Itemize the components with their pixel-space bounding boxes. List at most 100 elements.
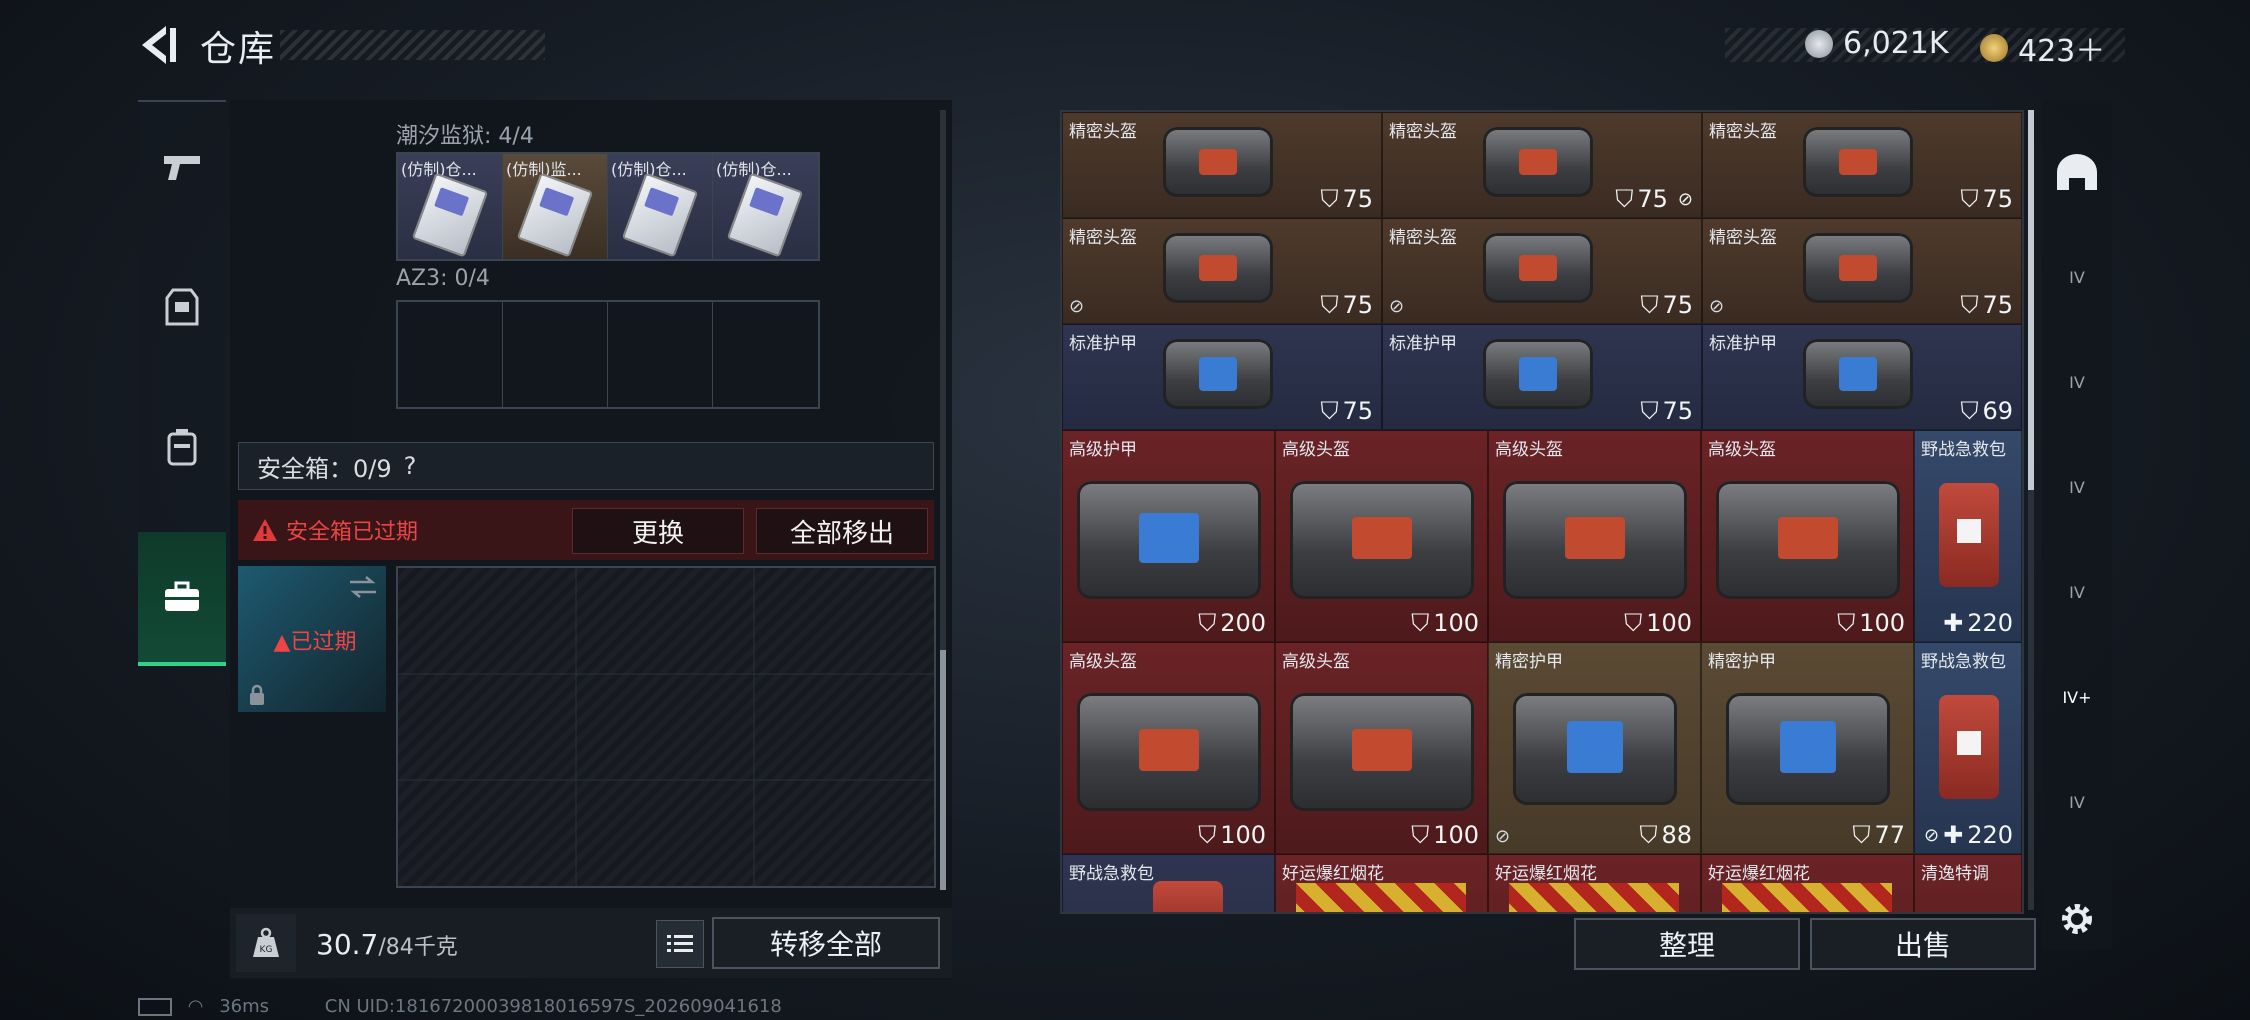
firework-icon (1509, 883, 1679, 912)
list-view-button[interactable] (656, 920, 704, 968)
armor-bag-icon (1483, 339, 1593, 409)
warehouse-item[interactable]: 高级护甲 ⛉ 200 (1062, 430, 1275, 642)
empty-slot[interactable] (503, 302, 608, 407)
backpack-icon (167, 429, 197, 466)
sell-button[interactable]: 出售 (1810, 918, 2036, 970)
item-label: 高级头盔 (1069, 652, 1137, 672)
prison-slot[interactable]: (仿制)仓... (608, 154, 713, 259)
durability: ⛉ 75 (1640, 291, 1693, 319)
organize-button[interactable]: 整理 (1574, 918, 1800, 970)
replace-button[interactable]: 更换 (572, 508, 744, 554)
ping: 36ms (219, 996, 270, 1017)
warehouse-item[interactable]: 野战急救包 (1062, 854, 1275, 912)
move-all-out-button[interactable]: 全部移出 (756, 508, 928, 554)
warehouse-item[interactable]: 高级头盔 ⛉ 100 (1062, 642, 1275, 854)
warehouse-item[interactable]: 精密头盔 ⛉ 75 (1062, 112, 1382, 218)
warehouse-item[interactable]: 高级头盔 ⛉ 100 (1275, 642, 1488, 854)
nav-safebox[interactable] (138, 532, 226, 666)
empty-slot[interactable] (713, 302, 818, 407)
safebox-thumbnail[interactable]: ▲已过期 (238, 566, 386, 712)
helmet-bag-icon (1483, 127, 1593, 197)
warehouse-item[interactable]: 野战急救包 ✚ 220 (1914, 430, 2022, 642)
empty-slot[interactable] (398, 302, 503, 407)
empty-slot[interactable] (608, 302, 713, 407)
item-label: 标准护甲 (1069, 334, 1137, 354)
shield-icon: ⛉ (1640, 291, 1659, 319)
prison-slot[interactable]: (仿制)监... (503, 154, 608, 259)
left-category-nav (138, 100, 226, 672)
weight-icon-label: KG (260, 945, 273, 955)
currency-gold[interactable]: 423＋ (1980, 26, 2105, 70)
durability: ✚ 220 (1943, 609, 2013, 637)
help-icon[interactable]: ? (404, 452, 417, 480)
warehouse-item[interactable]: 精密头盔 ⊘ ⛉ 75 (1702, 218, 2022, 324)
warehouse-item[interactable]: 高级头盔 ⛉ 100 (1275, 430, 1488, 642)
shield-icon: ⛉ (1411, 821, 1430, 849)
nav-backpack[interactable] (138, 382, 226, 512)
gear-icon (2062, 904, 2092, 934)
case-icon: IV (2069, 372, 2085, 392)
warehouse-item[interactable]: 标准护甲 ⛉ 75 (1382, 324, 1702, 430)
item-label: 高级头盔 (1708, 440, 1776, 460)
weight-lock[interactable]: KG (236, 914, 296, 972)
warehouse-item[interactable]: 好运爆红烟花 (1701, 854, 1914, 912)
helmet-bag-icon (1803, 233, 1913, 303)
warehouse-item[interactable]: 精密头盔 ⊘ ⛉ 75 (1382, 218, 1702, 324)
warehouse-item[interactable]: 高级头盔 ⛉ 100 (1701, 430, 1914, 642)
warehouse-item[interactable]: 精密头盔 ⛉ 75 (1702, 112, 2022, 218)
grid-lines (398, 568, 934, 886)
nav-weapons[interactable] (138, 102, 226, 232)
plus-icon: ✚ (1943, 609, 1964, 637)
prison-slot[interactable]: (仿制)仓... (713, 154, 818, 259)
warehouse-item[interactable]: 高级头盔 ⛉ 100 (1488, 430, 1701, 642)
warning-icon: ▲ (273, 630, 291, 655)
rightnav-case-5[interactable]: IV (2050, 775, 2104, 829)
warehouse-grid[interactable]: 精密头盔 ⛉ 75 精密头盔 ⛉ 75 ⊘ 精密头盔 ⛉ 75 精密头盔 ⊘ ⛉ 75 精… (1060, 110, 2024, 914)
back-icon[interactable] (134, 22, 180, 68)
nav-armor[interactable] (138, 242, 226, 372)
keycard-icon (516, 172, 594, 258)
durability: ⛉ 75 (1320, 291, 1373, 319)
transfer-all-button[interactable]: 转移全部 (712, 917, 940, 969)
currency-coins[interactable]: 6,021K (1805, 26, 1949, 61)
keycard-icon (621, 172, 699, 258)
prison-slot[interactable]: (仿制)仓... (398, 154, 503, 259)
case-icon: IV (2069, 792, 2085, 812)
warehouse-item[interactable]: 标准护甲 ⛉ 69 (1702, 324, 2022, 430)
warehouse-item[interactable]: 精密护甲 ⊘ ⛉ 88 (1488, 642, 1701, 854)
safebox-grid[interactable] (396, 566, 936, 888)
helmet-bag-icon (1803, 127, 1913, 197)
battery-icon (138, 998, 172, 1016)
item-label: 好运爆红烟花 (1495, 864, 1597, 884)
rightnav-case-2[interactable]: IV (2050, 355, 2104, 409)
storage-scroll-thumb[interactable] (940, 650, 946, 890)
shield-icon: ⛉ (1960, 291, 1979, 319)
durability: ⛉ 75 (1960, 291, 2013, 319)
warehouse-scroll-thumb[interactable] (2028, 110, 2034, 490)
item-label: 高级头盔 (1282, 440, 1350, 460)
item-label: 好运爆红烟花 (1708, 864, 1810, 884)
rightnav-helmet-tab[interactable] (2050, 145, 2104, 199)
rightnav-case-1[interactable]: IV (2050, 250, 2104, 304)
warehouse-item[interactable]: 精密头盔 ⊘ ⛉ 75 (1062, 218, 1382, 324)
warehouse-item[interactable]: 精密护甲 ⛉ 77 (1701, 642, 1914, 854)
durability: ⛉ 75 (1320, 185, 1373, 213)
safebox-header: 安全箱：0/9 ? (238, 442, 934, 490)
firework-icon (1296, 883, 1466, 912)
settings-button[interactable] (2050, 892, 2104, 946)
warehouse-item[interactable]: 标准护甲 ⛉ 75 (1062, 324, 1382, 430)
lock-icon (250, 684, 264, 705)
expired-warning-text: 安全箱已过期 (286, 520, 419, 545)
warehouse-item[interactable]: 好运爆红烟花 (1275, 854, 1488, 912)
item-label: 好运爆红烟花 (1282, 864, 1384, 884)
rightnav-case-add[interactable]: IV+ (2050, 670, 2104, 724)
rightnav-case-3[interactable]: IV (2050, 460, 2104, 514)
warehouse-item[interactable]: 野战急救包 ⊘ ✚ 220 (1914, 642, 2022, 854)
item-label: 标准护甲 (1709, 334, 1777, 354)
gold-coin-icon (1980, 34, 2008, 62)
warehouse-item[interactable]: 清逸特调 (1914, 854, 2022, 912)
warehouse-item[interactable]: 好运爆红烟花 (1488, 854, 1701, 912)
rightnav-case-4[interactable]: IV (2050, 565, 2104, 619)
warehouse-item[interactable]: 精密头盔 ⛉ 75 ⊘ (1382, 112, 1702, 218)
first-aid-kit-icon (1939, 483, 1999, 587)
